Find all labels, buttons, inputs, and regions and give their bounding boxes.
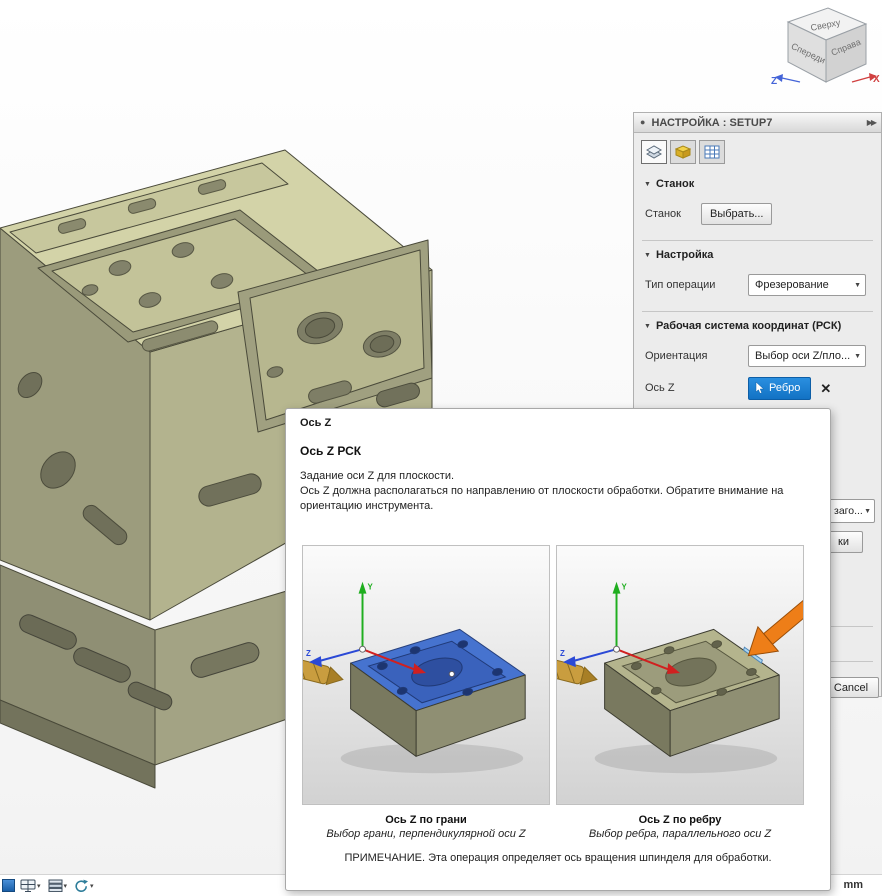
points-button-fragment[interactable]: ки <box>829 531 863 553</box>
face-example-subtitle: Выбор грани, перпендикулярной оси Z <box>326 828 526 840</box>
dropdown-arrow-icon: ▼ <box>864 507 871 515</box>
viewcube-z-axis-label: Z <box>771 76 777 87</box>
cursor-icon <box>755 382 764 394</box>
z-axis-row: Ось Z Ребро ✕ <box>634 376 881 400</box>
tab-post[interactable] <box>699 140 725 164</box>
section-machine-header[interactable]: ▼ Станок <box>634 170 881 194</box>
dropdown-arrow-icon: ▼ <box>854 352 861 360</box>
display-settings-icon <box>20 879 36 892</box>
operation-type-label: Тип операции <box>645 279 716 291</box>
section-setup-title: Настройка <box>655 249 714 261</box>
section-machine-title: Станок <box>655 178 695 190</box>
popup-note: ПРИМЕЧАНИЕ. Эта операция определяет ось … <box>344 852 772 864</box>
fusion-window: Сверху Спереди Справа Z X ● НАСТРОЙКА : … <box>0 0 882 896</box>
face-example: Y Z Ось Z по грани Выбор грани, перпенди… <box>302 545 550 840</box>
machine-label: Станок <box>645 208 681 220</box>
display-settings-button[interactable]: ▾ <box>18 878 43 894</box>
caret-icon: ▾ <box>63 882 68 890</box>
panel-collapse-icon[interactable]: ▶▶ <box>867 118 877 127</box>
edge-select-button[interactable]: Ребро <box>748 376 812 400</box>
units-label: mm <box>843 879 863 891</box>
popup-header: Ось Z <box>300 417 332 429</box>
z-axis-mini-label: Z <box>560 649 565 658</box>
stock-tab-icon <box>675 145 691 159</box>
edge-example: Y Z Ось Z по ребру Выбор ребра, параллел… <box>556 545 804 840</box>
section-setup-header[interactable]: ▼ Настройка <box>634 241 881 265</box>
popup-examples: Y Z Ось Z по грани Выбор грани, перпенди… <box>302 545 816 840</box>
machine-row: Станок Выбрать... <box>634 202 881 226</box>
viewport-refresh-button[interactable]: ▾ <box>72 878 96 894</box>
viewcube[interactable]: Сверху Спереди Справа Z X <box>770 0 882 100</box>
edge-example-image: Y Z <box>556 545 804 805</box>
popup-line1: Задание оси Z для плоскости. <box>300 470 455 482</box>
section-wcs-header[interactable]: ▼ Рабочая система координат (РСК) <box>634 312 881 336</box>
post-tab-icon <box>704 145 720 159</box>
dropdown-arrow-icon: ▼ <box>854 281 861 289</box>
y-axis-label: Y <box>621 583 627 592</box>
y-axis-label: Y <box>367 583 373 592</box>
panel-bullet-icon: ● <box>640 117 646 127</box>
z-axis-label: Ось Z <box>645 382 675 394</box>
setup-tab-icon <box>646 145 662 159</box>
panel-titlebar[interactable]: ● НАСТРОЙКА : SETUP7 ▶▶ <box>634 113 881 133</box>
operation-type-dropdown[interactable]: Фрезерование ▼ <box>748 274 866 296</box>
operation-type-value: Фрезерование <box>755 279 829 291</box>
popup-line2: Ось Z должна располагаться по направлени… <box>300 485 784 512</box>
panel-tabs <box>634 133 881 170</box>
clear-selection-icon[interactable]: ✕ <box>820 382 831 395</box>
face-example-title: Ось Z по грани <box>385 814 467 826</box>
machine-select-button[interactable]: Выбрать... <box>701 203 773 225</box>
orientation-value: Выбор оси Z/пло... <box>755 350 851 362</box>
layout-grid-icon <box>48 879 63 892</box>
orientation-row: Ориентация Выбор оси Z/пло... ▼ <box>634 344 881 368</box>
orientation-dropdown[interactable]: Выбор оси Z/пло... ▼ <box>748 345 866 367</box>
section-collapse-icon[interactable]: ▼ <box>644 323 651 330</box>
operation-type-row: Тип операции Фрезерование ▼ <box>634 273 881 297</box>
caret-icon: ▾ <box>37 882 41 890</box>
popup-body: Задание оси Z для плоскости. Ось Z должн… <box>300 469 792 514</box>
tab-setup[interactable] <box>641 140 667 164</box>
grid-settings-button[interactable]: ▾ <box>46 878 70 893</box>
browser-corner-icon[interactable] <box>2 879 15 892</box>
edge-example-title: Ось Z по ребру <box>638 814 722 826</box>
caret-icon: ▾ <box>90 882 94 890</box>
zaxis-help-popup: Ось Z Ось Z РСК Задание оси Z для плоско… <box>285 408 831 891</box>
face-example-image: Y Z <box>302 545 550 805</box>
section-wcs-title: Рабочая система координат (РСК) <box>655 320 842 332</box>
cancel-button[interactable]: Cancel <box>823 677 879 698</box>
z-axis-mini-label: Z <box>306 649 311 658</box>
tab-stock[interactable] <box>670 140 696 164</box>
edge-example-subtitle: Выбор ребра, параллельного оси Z <box>588 828 772 840</box>
popup-title: Ось Z РСК <box>300 444 362 458</box>
panel-title: НАСТРОЙКА : SETUP7 <box>651 116 773 129</box>
refresh-icon <box>75 879 89 892</box>
stock-dropdown-value: заго... <box>834 505 863 517</box>
stock-dropdown-fragment[interactable]: заго... ▼ <box>829 499 875 523</box>
orientation-label: Ориентация <box>645 350 708 362</box>
edge-select-label: Ребро <box>769 382 801 394</box>
section-collapse-icon[interactable]: ▼ <box>644 181 651 188</box>
section-collapse-icon[interactable]: ▼ <box>644 252 651 259</box>
viewcube-x-axis-label: X <box>873 74 880 85</box>
